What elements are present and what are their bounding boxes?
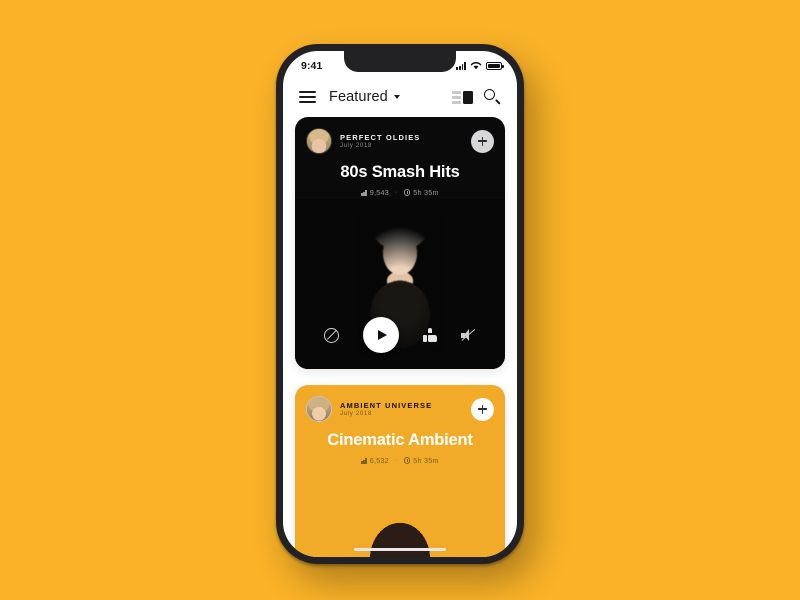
layout-toggle-icon[interactable] <box>451 90 473 104</box>
home-indicator[interactable] <box>354 547 446 551</box>
card-header: AMBIENT UNIVERSE July 2018 <box>295 385 505 422</box>
search-lens <box>484 89 495 100</box>
search-handle <box>495 98 501 105</box>
channel-name: PERFECT OLDIES <box>340 133 421 142</box>
clock-icon <box>403 189 411 196</box>
card-stats: 6,532 · 5h 35m <box>295 456 505 465</box>
search-icon[interactable] <box>484 89 501 105</box>
clock-icon <box>403 457 411 464</box>
page-title: Featured <box>329 89 388 105</box>
layout-toggle-lines <box>451 90 461 104</box>
bar-chart-icon <box>361 457 367 464</box>
avatar[interactable] <box>306 396 332 422</box>
plays-count: 6,532 <box>369 456 390 465</box>
stat-separator: · <box>395 457 398 464</box>
duration-stat: 5h 35m <box>403 456 439 465</box>
signal-bars-icon <box>456 62 466 70</box>
channel-date: July 2018 <box>340 143 372 149</box>
card-header: PERFECT OLDIES July 2018 <box>295 117 505 154</box>
avatar-image <box>307 397 331 421</box>
ban-glyph <box>324 327 339 343</box>
feed-card-ambient-universe[interactable]: AMBIENT UNIVERSE July 2018 Cinematic Amb… <box>295 385 505 557</box>
battery-icon <box>486 62 504 70</box>
playback-controls <box>295 317 505 353</box>
plays-stat: 9,543 <box>361 188 389 197</box>
hamburger-menu-icon[interactable] <box>299 90 316 104</box>
card-title: 80s Smash Hits <box>340 163 460 181</box>
mute-icon[interactable] <box>461 329 476 342</box>
mute-glyph <box>461 329 476 342</box>
plays-stat: 6,532 <box>361 456 389 465</box>
wifi-icon <box>470 57 482 75</box>
card-artwork-image <box>364 521 436 557</box>
channel-date: July 2018 <box>340 411 372 417</box>
status-bar-time: 9:41 <box>301 60 323 72</box>
duration-value: 5h 35m <box>413 456 439 465</box>
phone-device-frame: 9:41 Featured PERFECT OLDIES July 2018 8… <box>276 44 524 564</box>
duration-value: 5h 35m <box>413 188 439 197</box>
thumb-glyph <box>423 328 437 342</box>
feed-card-perfect-oldies[interactable]: PERFECT OLDIES July 2018 80s Smash Hits … <box>295 117 505 369</box>
avatar[interactable] <box>306 128 332 154</box>
card-title: Cinematic Ambient <box>327 431 473 449</box>
layout-toggle-block <box>463 90 473 104</box>
add-playlist-button[interactable] <box>471 397 494 421</box>
card-media-area[interactable] <box>295 467 505 557</box>
card-channel-meta: AMBIENT UNIVERSE July 2018 <box>340 401 463 417</box>
phone-notch <box>344 51 456 72</box>
play-icon <box>377 330 387 340</box>
card-channel-meta: PERFECT OLDIES July 2018 <box>340 133 463 149</box>
play-button[interactable] <box>363 317 399 353</box>
avatar-image <box>307 129 331 153</box>
stat-separator: · <box>395 189 398 196</box>
duration-stat: 5h 35m <box>403 188 439 197</box>
bar-chart-icon <box>361 189 367 196</box>
app-nav-bar: Featured <box>283 77 517 117</box>
status-bar-icons <box>456 57 504 75</box>
channel-name: AMBIENT UNIVERSE <box>340 401 433 410</box>
card-media-area[interactable] <box>295 199 505 369</box>
chevron-down-icon <box>393 95 400 99</box>
add-playlist-button[interactable] <box>471 129 494 153</box>
nav-actions <box>451 89 501 105</box>
card-stats: 9,543 · 5h 35m <box>295 188 505 197</box>
phone-screen: 9:41 Featured PERFECT OLDIES July 2018 8… <box>283 51 517 557</box>
featured-dropdown[interactable]: Featured <box>329 89 400 105</box>
feed-list[interactable]: PERFECT OLDIES July 2018 80s Smash Hits … <box>283 117 517 557</box>
not-interested-icon[interactable] <box>324 327 339 343</box>
thumbs-up-icon[interactable] <box>423 328 437 342</box>
plays-count: 9,543 <box>369 188 390 197</box>
